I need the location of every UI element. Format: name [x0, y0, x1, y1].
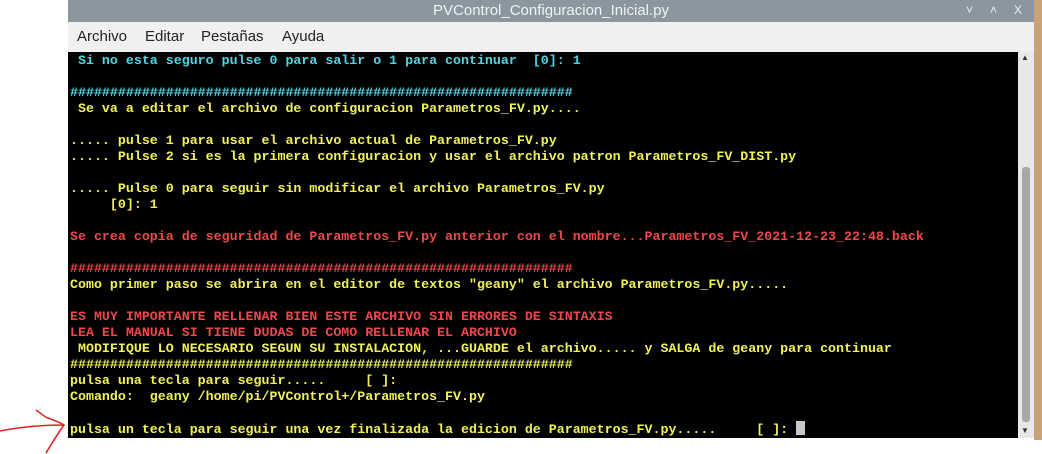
minimize-button[interactable]: ˅	[966, 3, 973, 17]
text-cursor	[796, 421, 806, 435]
scrollbar-thumb[interactable]	[1022, 167, 1030, 422]
close-button[interactable]: X	[1014, 3, 1022, 17]
terminal-line: Se va a editar el archivo de configuraci…	[70, 101, 581, 116]
terminal-line: ########################################…	[70, 261, 573, 276]
menu-pestanas[interactable]: Pestañas	[201, 28, 264, 45]
terminal-line: Si no esta seguro pulse 0 para salir o 1…	[70, 53, 581, 68]
desktop-background	[1034, 0, 1042, 440]
menu-archivo[interactable]: Archivo	[77, 28, 127, 45]
terminal-line: ES MUY IMPORTANTE RELLENAR BIEN ESTE ARC…	[70, 309, 613, 324]
terminal-line: ..... Pulse 0 para seguir sin modificar …	[70, 181, 605, 196]
terminal-line: [0]: 1	[70, 197, 158, 212]
terminal-line: MODIFIQUE LO NECESARIO SEGUN SU INSTALAC…	[70, 341, 892, 356]
scroll-up-icon[interactable]: ▲	[1021, 53, 1029, 62]
terminal-line: ########################################…	[70, 85, 573, 100]
terminal-line: pulsa una tecla para seguir..... [ ]:	[70, 373, 398, 388]
scrollbar[interactable]: ▲ ▼	[1018, 52, 1034, 438]
terminal-line: LEA EL MANUAL SI TIENE DUDAS DE COMO REL…	[70, 325, 517, 340]
scroll-down-icon[interactable]: ▼	[1021, 426, 1029, 435]
terminal-line: Comando: geany /home/pi/PVControl+/Param…	[70, 389, 485, 404]
terminal-line: ########################################…	[70, 357, 573, 372]
maximize-button[interactable]: ˄	[990, 3, 997, 17]
menu-editar[interactable]: Editar	[145, 28, 184, 45]
terminal-line: pulsa un tecla para seguir una vez final…	[70, 421, 806, 438]
red-arrow-annotation	[0, 409, 65, 454]
terminal-line: ..... Pulse 2 si es la primera configura…	[70, 149, 797, 164]
window-title: PVControl_Configuracion_Inicial.py	[433, 2, 669, 19]
menu-ayuda[interactable]: Ayuda	[282, 28, 324, 45]
terminal-line: ..... pulse 1 para usar el archivo actua…	[70, 133, 557, 148]
terminal-line: Como primer paso se abrira en el editor …	[70, 277, 789, 292]
terminal-output[interactable]: Si no esta seguro pulse 0 para salir o 1…	[68, 52, 1018, 438]
title-bar: PVControl_Configuracion_Inicial.py ˅ ˄ X	[68, 0, 1034, 22]
menu-bar: Archivo Editar Pestañas Ayuda	[68, 22, 1034, 52]
terminal-line: Se crea copia de seguridad de Parametros…	[70, 229, 924, 244]
